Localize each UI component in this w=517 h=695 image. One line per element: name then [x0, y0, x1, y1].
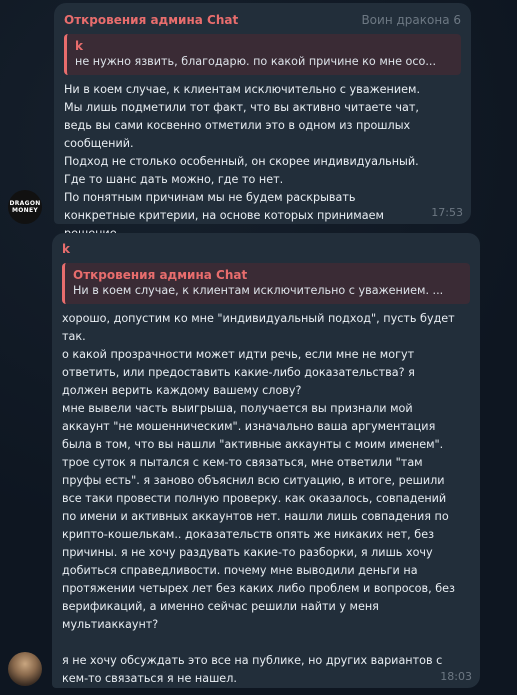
reply-quote[interactable]: k не нужно язвить, благодарю. по какой п… [64, 34, 461, 75]
reply-text: не нужно язвить, благодарю. по какой при… [75, 55, 437, 68]
message-paragraph: я не хочу обсуждать это все на публике, … [62, 654, 443, 685]
message-bubble-admin[interactable]: Откровения админа Chat Воин дракона 6 k … [54, 3, 471, 240]
message-text: Ни в коем случае, к клиентам исключитель… [64, 81, 461, 243]
message-paragraph: хорошо, допустим ко мне "индивидуальный … [62, 312, 455, 343]
reply-author: k [75, 39, 83, 53]
message-bubble-user[interactable]: k Откровения админа Chat Ни в коем случа… [52, 233, 480, 688]
message-text: хорошо, допустим ко мне "индивидуальный … [62, 310, 470, 688]
message-paragraph: Ни в коем случае, к клиентам исключитель… [64, 83, 421, 96]
avatar-logo-line-1: DRAGON [9, 200, 41, 207]
message-time: 17:53 [431, 206, 463, 219]
message-time: 18:03 [440, 670, 472, 683]
avatar-user[interactable] [8, 652, 42, 686]
admin-title-badge: Воин дракона 6 [361, 13, 461, 27]
reply-quote[interactable]: Откровения админа Chat Ни в коем случае,… [62, 263, 470, 304]
reply-text: Ни в коем случае, к клиентам исключитель… [73, 284, 444, 297]
message-paragraph: Мы лишь подметили тот факт, что вы актив… [64, 101, 419, 150]
avatar-logo-line-2: MONEY [11, 207, 39, 214]
message-author[interactable]: k [62, 241, 470, 257]
reply-author: Откровения админа Chat [73, 268, 248, 282]
message-paragraph: Подход не столько особенный, он скорее и… [64, 155, 419, 168]
message-paragraph: Где то шанс дать можно, где то нет. [64, 173, 284, 186]
message-paragraph: мне вывели часть выигрыша, получается вы… [62, 402, 455, 631]
message-paragraph: о какой прозрачности может идти речь, ес… [62, 348, 415, 397]
avatar-dragon-money[interactable]: DRAGON MONEY [8, 190, 42, 224]
